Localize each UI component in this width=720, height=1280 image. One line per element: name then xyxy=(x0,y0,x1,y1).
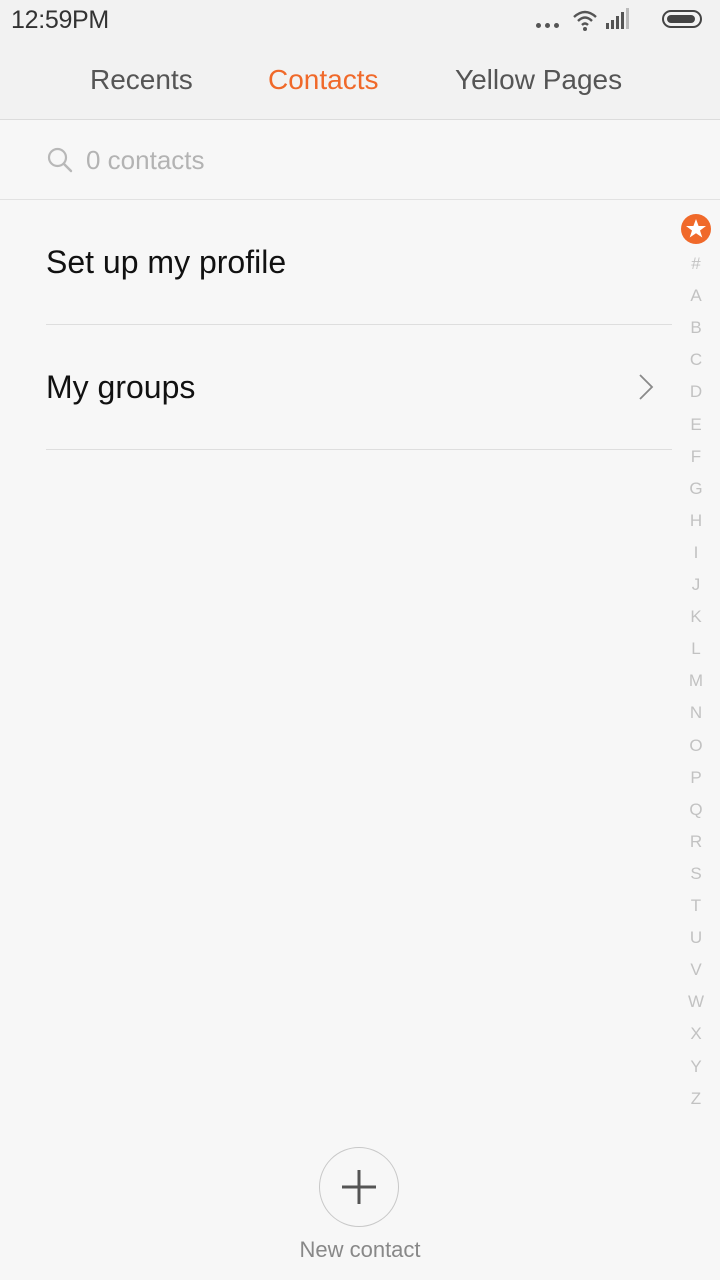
status-time: 12:59PM xyxy=(11,6,109,34)
new-contact-button[interactable] xyxy=(319,1147,399,1227)
star-icon[interactable] xyxy=(681,214,711,244)
contacts-screen: 12:59PM Recents Contacts Yellow Pages 0 … xyxy=(0,0,720,1280)
search-input[interactable] xyxy=(86,144,646,176)
alpha-index-letter[interactable]: E xyxy=(680,415,712,435)
list-item-label: Set up my profile xyxy=(46,244,287,280)
more-dots-icon xyxy=(536,8,560,34)
list-item-my-groups[interactable]: My groups xyxy=(46,325,672,450)
new-contact-label[interactable]: New contact xyxy=(0,1237,720,1263)
alpha-index-letter[interactable]: F xyxy=(680,447,712,467)
alpha-index-letter[interactable]: P xyxy=(680,768,712,788)
alpha-index-letter[interactable]: # xyxy=(680,254,712,274)
wifi-icon xyxy=(572,8,598,32)
alpha-index-letter[interactable]: G xyxy=(680,479,712,499)
alpha-index-letter[interactable]: H xyxy=(680,511,712,531)
tab-contacts[interactable]: Contacts xyxy=(268,64,379,96)
battery-icon xyxy=(662,8,704,30)
alpha-index-letter[interactable]: N xyxy=(680,703,712,723)
list-item-label: My groups xyxy=(46,369,196,405)
alpha-index-letter[interactable]: X xyxy=(680,1024,712,1044)
alpha-index-letter[interactable]: L xyxy=(680,639,712,659)
plus-icon xyxy=(342,1170,376,1204)
alpha-index-letter[interactable]: A xyxy=(680,286,712,306)
alpha-index-letter[interactable]: D xyxy=(680,382,712,402)
alpha-index-letter[interactable]: R xyxy=(680,832,712,852)
chevron-right-icon xyxy=(638,373,654,401)
alpha-index-letter[interactable]: Q xyxy=(680,800,712,820)
alpha-index-letter[interactable]: Y xyxy=(680,1057,712,1077)
alpha-index-letter[interactable]: U xyxy=(680,928,712,948)
search-bar xyxy=(0,120,720,200)
cell-signal-icon xyxy=(606,8,630,30)
alpha-index-letter[interactable]: I xyxy=(680,543,712,563)
alpha-index-letter[interactable]: T xyxy=(680,896,712,916)
status-bar: 12:59PM xyxy=(0,0,720,42)
alpha-index-letter[interactable]: V xyxy=(680,960,712,980)
list-item-setup-profile[interactable]: Set up my profile xyxy=(46,200,672,325)
tab-yellow-pages[interactable]: Yellow Pages xyxy=(455,64,622,96)
alpha-index-letter[interactable]: B xyxy=(680,318,712,338)
alpha-index-letter[interactable]: W xyxy=(680,992,712,1012)
alpha-index-letter[interactable]: J xyxy=(680,575,712,595)
alpha-index-letter[interactable]: K xyxy=(680,607,712,627)
alpha-index-letter[interactable]: S xyxy=(680,864,712,884)
alpha-index-letter[interactable]: Z xyxy=(680,1089,712,1109)
tab-bar: Recents Contacts Yellow Pages xyxy=(0,42,720,120)
alpha-index-letter[interactable]: O xyxy=(680,736,712,756)
alpha-index-letter[interactable]: M xyxy=(680,671,712,691)
search-icon xyxy=(46,146,74,174)
tab-recents[interactable]: Recents xyxy=(90,64,193,96)
alpha-index-letter[interactable]: C xyxy=(680,350,712,370)
